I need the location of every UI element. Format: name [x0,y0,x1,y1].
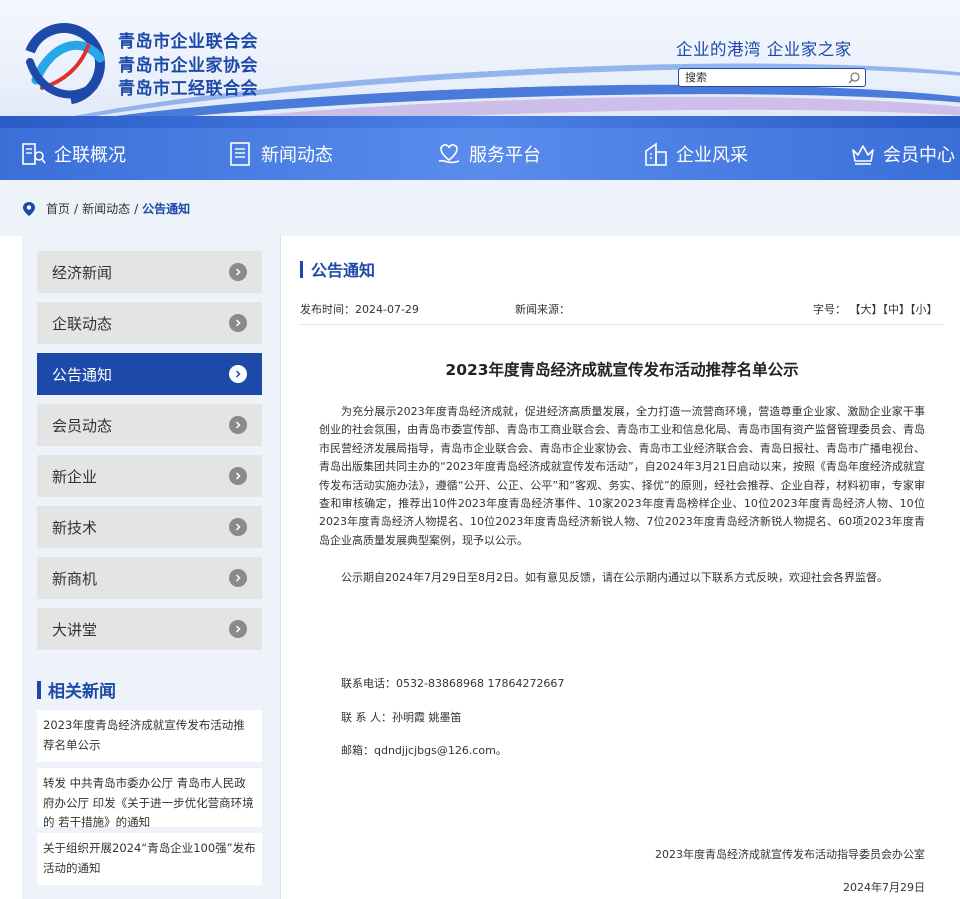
nav-item-overview[interactable]: 企联概况 [21,128,126,180]
font-size-medium-link[interactable]: 【中】 [883,303,911,316]
news-source: 新闻来源： [515,301,570,317]
main-nav: 企联概况 新闻动态 服务平台 企业风采 会员中心 [0,128,960,180]
sidebar-item-label: 新商机 [52,569,98,588]
sidebar-item-announcements[interactable]: 公告通知 [37,353,262,395]
chevron-right-icon [229,569,247,587]
sidebar-item-label: 新技术 [52,518,98,537]
sidebar-item-economic-news[interactable]: 经济新闻 [37,251,262,293]
chevron-right-icon [229,314,247,332]
related-news-item[interactable]: 关于组织开展2024“青岛企业100强”发布活动的通知 [37,833,262,885]
related-news-item[interactable]: 转发 中共青岛市委办公厅 青岛市人民政府办公厅 印发《关于进一步优化营商环境的 … [37,768,262,829]
nav-label: 服务平台 [469,145,541,166]
chevron-right-icon [229,620,247,638]
sidebar-item-federation-news[interactable]: 企联动态 [37,302,262,344]
nav-item-companies[interactable]: 企业风采 [643,128,748,180]
sidebar-item-lecture-hall[interactable]: 大讲堂 [37,608,262,650]
article-paragraph: 为充分展示2023年度青岛经济成就，促进经济高质量发展，全力打造一流营商环境，营… [319,405,925,547]
chevron-right-icon [229,263,247,281]
chevron-right-icon [229,416,247,434]
section-title: 公告通知 [311,261,376,280]
font-size-large-link[interactable]: 【大】 [850,303,883,316]
nav-item-members[interactable]: 会员中心 [850,128,955,180]
divider [300,324,944,325]
news-source-label: 新闻来源： [515,303,570,316]
site-header: 青岛市企业联合会 青岛市企业家协会 青岛市工经联合会 企业的港湾 企业家之家 [0,0,960,128]
breadcrumb-separator: / [74,201,79,216]
search-box [678,68,866,87]
breadcrumb-news-link[interactable]: 新闻动态 [82,200,130,217]
nav-label: 企联概况 [54,145,126,166]
heading-accent-bar [300,260,303,278]
news-icon [230,142,250,166]
sidebar-item-new-tech[interactable]: 新技术 [37,506,262,548]
article-panel [280,236,960,899]
breadcrumb-home-link[interactable]: 首页 [46,200,70,217]
related-news-item[interactable]: 2023年度青岛经济成就宣传发布活动推荐名单公示 [37,710,262,762]
related-news-heading: 相关新闻 [37,677,116,702]
heading-accent-bar [37,680,41,699]
sign-date: 2024年7月29日 [843,881,925,894]
company-icon [645,142,667,166]
location-pin-icon [23,201,35,216]
publish-time-label: 发布时间： [300,303,355,316]
org-names: 青岛市企业联合会 青岛市企业家协会 青岛市工经联合会 [118,31,258,102]
breadcrumb-separator: / [134,201,139,216]
contact-person: 联 系 人：孙明霞 姚墨笛 [341,711,462,724]
nav-item-news[interactable]: 新闻动态 [228,128,333,180]
chevron-right-icon [229,365,247,383]
org-logo[interactable] [22,22,106,106]
nav-label: 会员中心 [883,145,955,166]
sidebar-item-label: 新企业 [52,467,98,486]
sidebar-item-label: 企联动态 [52,314,113,333]
sidebar-item-new-enterprises[interactable]: 新企业 [37,455,262,497]
search-icon[interactable] [847,71,861,85]
slogan: 企业的港湾 企业家之家 [676,40,852,59]
article-title: 2023年度青岛经济成就宣传发布活动推荐名单公示 [445,361,799,379]
nav-label: 新闻动态 [261,145,333,166]
sidebar-item-label: 公告通知 [52,365,113,384]
header-wave-bar [0,116,960,128]
org-name-3: 青岛市工经联合会 [118,79,258,99]
sidebar-item-label: 经济新闻 [52,263,113,282]
sidebar-item-label: 会员动态 [52,416,113,435]
search-input[interactable] [685,70,845,85]
signer: 2023年度青岛经济成就宣传发布活动指导委员会办公室 [655,848,925,861]
org-name-2: 青岛市企业家协会 [118,55,258,76]
sidebar-item-member-news[interactable]: 会员动态 [37,404,262,446]
chevron-right-icon [229,518,247,536]
sidebar-item-label: 大讲堂 [52,620,98,639]
org-name-1: 青岛市企业联合会 [118,32,258,52]
article-paragraph: 公示期自2024年7月29日至8月2日。如有意见反馈，请在公示期内通过以下联系方… [341,571,888,584]
breadcrumb: 首页 / 新闻动态 / 公告通知 [22,200,190,217]
breadcrumb-current: 公告通知 [142,202,191,216]
building-icon [22,143,46,165]
nav-label: 企业风采 [676,145,748,166]
contact-email: 邮箱：qdndjjcjbgs@126.com。 [341,744,507,757]
font-size-small-link[interactable]: 【小】 [910,303,938,316]
font-size-switcher: 字号： 【大】【中】【小】 [813,301,938,317]
nav-item-services[interactable]: 服务平台 [436,128,541,180]
contact-phone: 联系电话：0532-83868968 17864272667 [341,677,565,690]
font-size-label: 字号： [813,303,846,316]
publish-time-value: 2024-07-29 [355,303,419,316]
crown-icon [852,145,874,165]
chevron-right-icon [229,467,247,485]
section-heading: 公告通知 [300,257,375,281]
publish-time: 发布时间：2024-07-29 [300,301,419,317]
sidebar-item-business-opportunities[interactable]: 新商机 [37,557,262,599]
heart-hand-icon [438,144,460,164]
related-news-title: 相关新闻 [48,682,116,702]
